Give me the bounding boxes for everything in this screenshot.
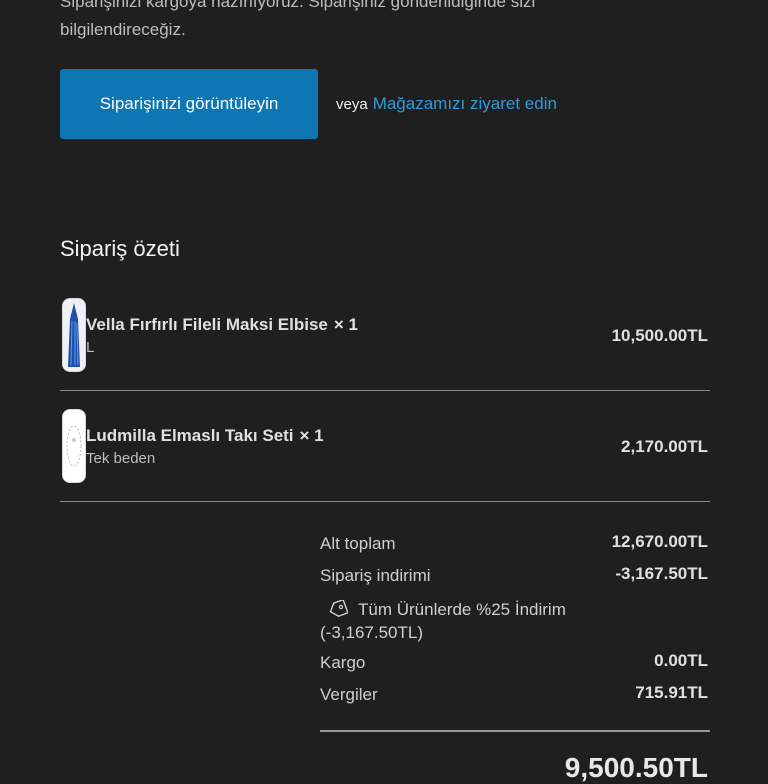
intro-line-1: Siparişinizi kargoya hazırlıyoruz. Sipar… <box>60 0 536 11</box>
order-totals: Alt toplam 12,670.00TL Sipariş indirimi … <box>320 530 710 713</box>
item-quantity: × 1 <box>333 315 358 334</box>
action-row: Siparişinizi görüntüleyin veya Mağazamız… <box>60 69 557 139</box>
product-thumbnail-dress <box>62 298 86 372</box>
discount-detail: Tüm Ürünlerde %25 İndirim (-3,167.50TL) <box>320 594 710 649</box>
item-name: Ludmilla Elmaslı Takı Seti × 1 <box>86 426 324 445</box>
shipping-value: 0.00TL <box>654 651 708 670</box>
item-variant: Tek beden <box>86 450 156 467</box>
subtotal-label: Alt toplam <box>320 534 396 553</box>
order-item: Ludmilla Elmaslı Takı Seti × 1 Tek beden … <box>60 391 710 502</box>
tag-icon <box>328 598 349 618</box>
tax-row: Vergiler 715.91TL <box>320 681 710 713</box>
discount-row: Sipariş indirimi -3,167.50TL <box>320 562 710 594</box>
order-item: Vella Fırfırlı Fileli Maksi Elbise × 1 L … <box>60 280 710 391</box>
intro-line-2: bilgilendireceğiz. <box>60 20 186 39</box>
item-variant: L <box>86 339 95 356</box>
product-thumbnail-jewelry <box>62 409 86 483</box>
subtotal-value: 12,670.00TL <box>611 532 708 551</box>
discount-value: -3,167.50TL <box>615 564 708 583</box>
tax-value: 715.91TL <box>635 683 708 702</box>
visit-store-link[interactable]: Mağazamızı ziyaret edin <box>373 94 557 114</box>
discount-label: Sipariş indirimi <box>320 566 431 585</box>
discount-amount: (-3,167.50TL) <box>320 623 423 642</box>
or-text: veya <box>336 95 368 113</box>
item-name: Vella Fırfırlı Fileli Maksi Elbise × 1 <box>86 315 358 334</box>
total-value: 9,500.50TL <box>564 752 708 783</box>
order-summary-title: Sipariş özeti <box>60 236 180 261</box>
shipping-row: Kargo 0.00TL <box>320 649 710 681</box>
total-divider <box>320 730 710 732</box>
view-order-button[interactable]: Siparişinizi görüntüleyin <box>60 69 318 139</box>
item-price: 10,500.00TL <box>611 326 708 345</box>
item-quantity: × 1 <box>299 426 324 445</box>
shipping-label: Kargo <box>320 653 366 672</box>
intro-text: Siparişinizi kargoya hazırlıyoruz. Sipar… <box>60 0 660 44</box>
tax-label: Vergiler <box>320 685 378 704</box>
discount-name: Tüm Ürünlerde %25 İndirim <box>358 600 566 619</box>
subtotal-row: Alt toplam 12,670.00TL <box>320 530 710 562</box>
item-price: 2,170.00TL <box>621 437 708 456</box>
